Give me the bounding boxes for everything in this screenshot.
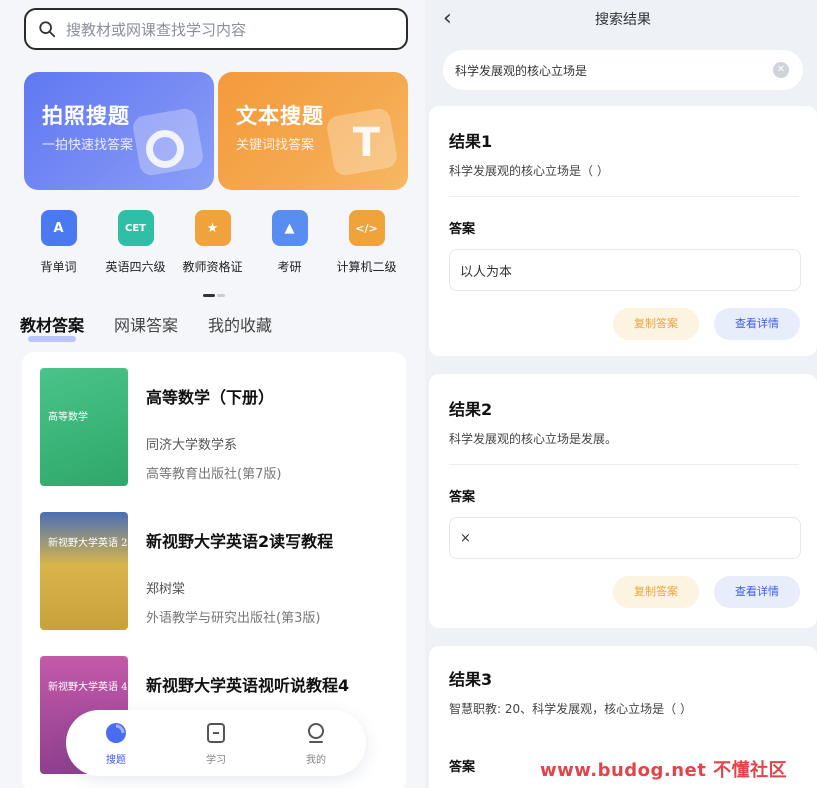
text-search-title: 文本搜题 — [236, 104, 324, 128]
cover-title: 新视野大学英语 4 — [48, 682, 128, 693]
book-cover: 新视野大学英语 2 — [40, 512, 128, 630]
category-postgrad[interactable]: ▲ 考研 — [255, 210, 325, 275]
copy-answer-button[interactable]: 复制答案 — [613, 308, 699, 340]
tab-textbook-answers[interactable]: 教材答案 — [20, 312, 84, 342]
photo-search-subtitle: 一拍快速找答案 — [42, 138, 134, 153]
nav-label: 我的 — [306, 754, 326, 766]
letter-t-icon: T — [352, 120, 380, 166]
book-cover: 高等数学 — [40, 368, 128, 486]
category-cet[interactable]: CET 英语四六级 — [101, 210, 171, 275]
certificate-icon: ★ — [194, 210, 231, 246]
result-card: 结果1 科学发展观的核心立场是（ ） 答案 以人为本 复制答案 查看详情 — [429, 106, 817, 356]
category-vocabulary[interactable]: A 背单词 — [24, 210, 94, 275]
category-teacher-cert[interactable]: ★ 教师资格证 — [178, 210, 248, 275]
page-title: 搜索结果 — [595, 12, 651, 28]
book-title: 新视野大学英语视听说教程4 — [146, 676, 350, 695]
category-label: 考研 — [277, 260, 302, 274]
cet-icon: CET — [117, 210, 154, 246]
list-item[interactable]: 新视野大学英语 2 新视野大学英语2读写教程 郑树棠 外语教学与研究出版社(第3… — [40, 512, 390, 630]
nav-study[interactable]: 学习 — [186, 721, 246, 766]
answer-box: × — [449, 517, 801, 559]
search-icon — [39, 21, 56, 38]
bottom-nav: 搜题 学习 我的 — [66, 710, 366, 776]
view-details-button[interactable]: 查看详情 — [714, 308, 800, 340]
tab-favorites[interactable]: 我的收藏 — [208, 312, 272, 336]
book-author: 同济大学数学系 — [146, 438, 238, 453]
text-search-card[interactable]: 文本搜题 关键词找答案 T — [218, 72, 408, 190]
book-title: 高等数学（下册） — [146, 388, 275, 407]
list-item[interactable]: 高等数学 高等数学（下册） 同济大学数学系 高等教育出版社(第7版) — [40, 368, 390, 486]
nav-label: 搜题 — [106, 754, 126, 766]
search-results-screen: ‹ 搜索结果 科学发展观的核心立场是 ✕ 结果1 科学发展观的核心立场是（ ） … — [429, 0, 817, 788]
answer-box: 以人为本 — [449, 249, 801, 291]
cover-title: 新视野大学英语 2 — [48, 538, 128, 549]
text-search-subtitle: 关键词找答案 — [236, 138, 315, 153]
profile-icon — [308, 722, 324, 743]
study-icon — [207, 722, 225, 743]
result-card: 结果2 科学发展观的核心立场是发展。 答案 × 复制答案 查看详情 — [429, 374, 817, 628]
photo-search-title: 拍照搜题 — [42, 104, 130, 128]
divider — [449, 196, 799, 197]
book-publisher: 外语教学与研究出版社(第3版) — [146, 611, 321, 626]
results-search-input[interactable]: 科学发展观的核心立场是 ✕ — [443, 50, 803, 90]
graduation-cap-icon: ▲ — [271, 210, 308, 246]
cover-title: 高等数学 — [48, 412, 88, 423]
page-indicator — [203, 294, 225, 297]
nav-search[interactable]: 搜题 — [86, 721, 146, 766]
result-label: 结果2 — [449, 400, 493, 419]
category-label: 教师资格证 — [182, 260, 243, 274]
book-publisher: 高等教育出版社(第7版) — [146, 467, 282, 482]
search-query: 科学发展观的核心立场是 — [455, 63, 588, 78]
category-computer[interactable]: </> 计算机二级 — [332, 210, 402, 275]
tab-bar: 教材答案 网课答案 我的收藏 — [20, 312, 272, 342]
nav-label: 学习 — [206, 754, 226, 766]
view-details-button[interactable]: 查看详情 — [714, 576, 800, 608]
result-label: 结果3 — [449, 670, 493, 689]
answer-label: 答案 — [449, 760, 476, 775]
search-nav-icon — [106, 722, 126, 743]
answer-label: 答案 — [449, 490, 476, 505]
category-row: A 背单词 CET 英语四六级 ★ 教师资格证 ▲ 考研 </> 计算机二级 — [0, 210, 425, 275]
result-question: 科学发展观的核心立场是（ ） — [449, 164, 609, 178]
screenshot-root: 搜教材或网课查找学习内容 拍照搜题 一拍快速找答案 文本搜题 关键词找答案 T … — [0, 0, 817, 788]
category-label: 英语四六级 — [105, 260, 166, 274]
header: ‹ 搜索结果 — [429, 0, 817, 36]
camera-lens-icon — [146, 130, 184, 168]
code-icon: </> — [348, 210, 385, 246]
divider — [449, 464, 799, 465]
clear-icon[interactable]: ✕ — [773, 62, 789, 78]
home-screen: 搜教材或网课查找学习内容 拍照搜题 一拍快速找答案 文本搜题 关键词找答案 T … — [0, 0, 425, 788]
watermark: www.budog.net 不懂社区 — [540, 760, 788, 781]
tab-course-answers[interactable]: 网课答案 — [114, 312, 178, 336]
photo-search-card[interactable]: 拍照搜题 一拍快速找答案 — [24, 72, 214, 190]
search-input[interactable]: 搜教材或网课查找学习内容 — [24, 8, 408, 50]
result-question: 科学发展观的核心立场是发展。 — [449, 432, 618, 446]
search-placeholder: 搜教材或网课查找学习内容 — [66, 20, 247, 39]
result-label: 结果1 — [449, 132, 493, 151]
category-label: 计算机二级 — [336, 260, 397, 274]
nav-profile[interactable]: 我的 — [286, 721, 346, 766]
book-title: 新视野大学英语2读写教程 — [146, 532, 334, 551]
copy-answer-button[interactable]: 复制答案 — [613, 576, 699, 608]
category-label: 背单词 — [40, 260, 77, 274]
book-author: 郑树棠 — [146, 582, 186, 597]
book-a-icon: A — [40, 210, 77, 246]
answer-label: 答案 — [449, 222, 476, 237]
result-question: 智慧职教: 20、科学发展观，核心立场是（ ） — [449, 702, 692, 716]
